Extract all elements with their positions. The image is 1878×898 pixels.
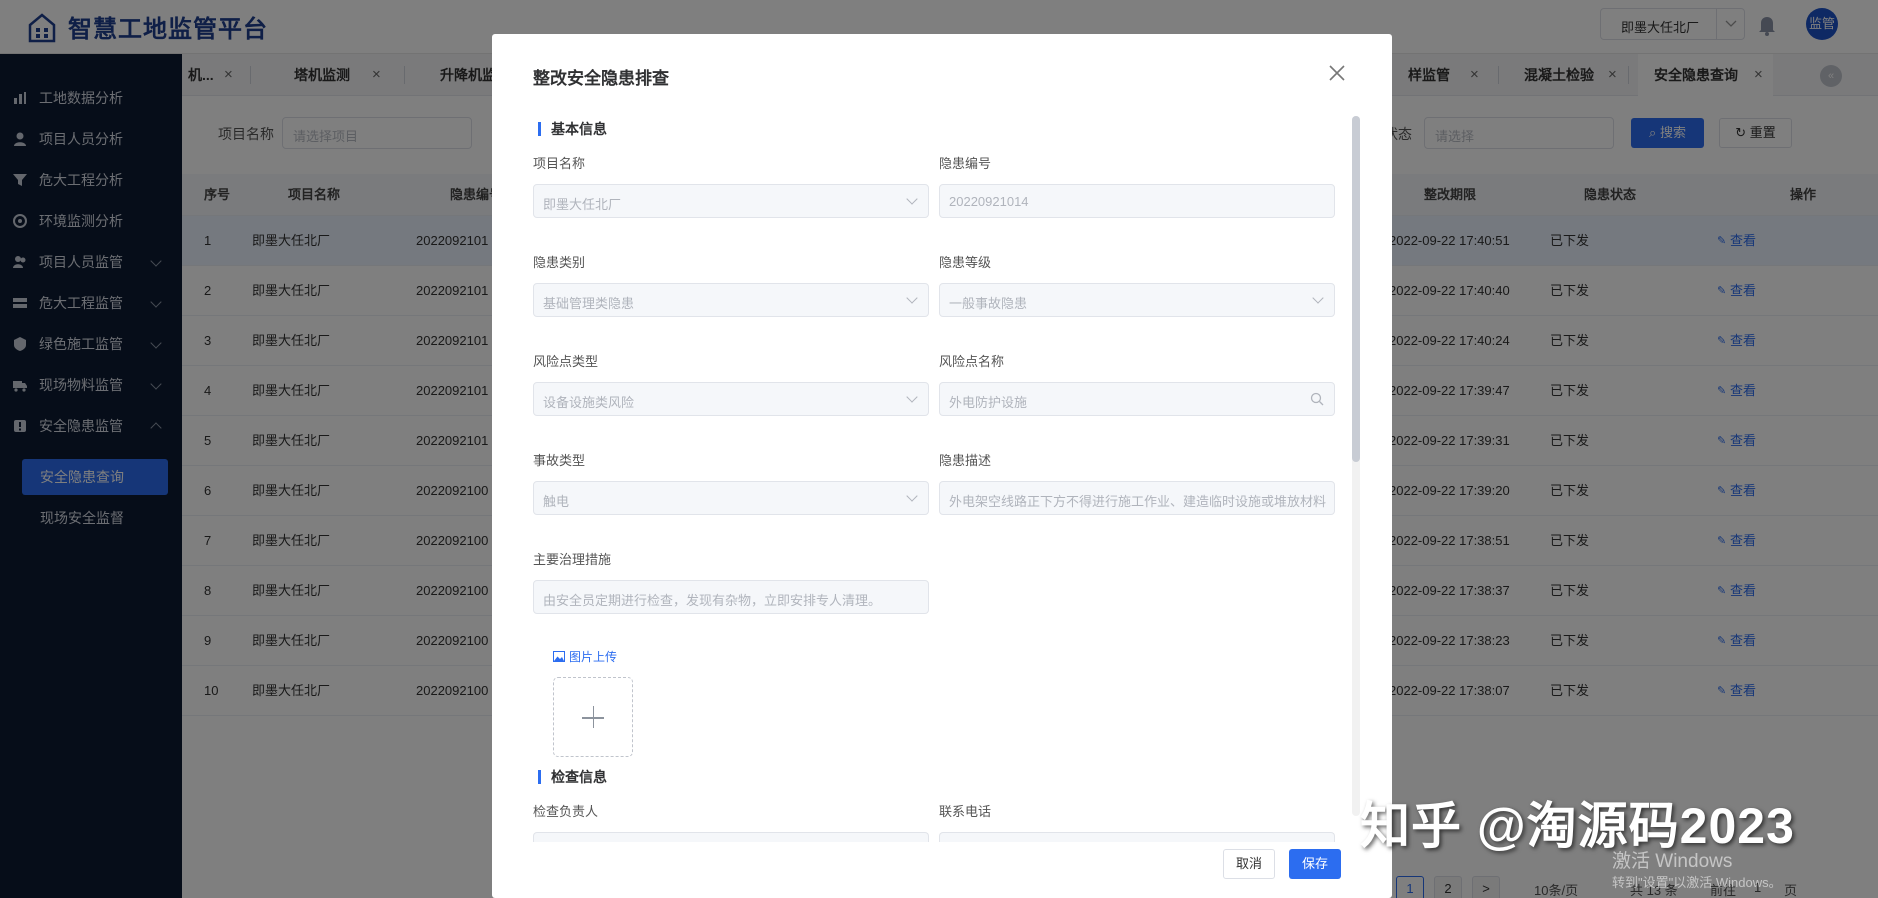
label-hazard-category: 隐患类别 — [533, 255, 586, 270]
upload-label-text: 图片上传 — [569, 650, 618, 664]
risk-type-select[interactable]: 设备设施类风险 — [533, 382, 929, 416]
accident-type-value: 触电 — [543, 494, 570, 509]
cancel-button[interactable]: 取消 — [1223, 849, 1275, 879]
search-icon[interactable] — [1310, 392, 1324, 406]
measures-input[interactable]: 由安全员定期进行检查，发现有杂物，立即安排专人清理。 — [533, 580, 929, 614]
label-hazard-level: 隐患等级 — [939, 255, 992, 270]
label-risk-type: 风险点类型 — [533, 354, 599, 369]
hazard-code-value: 20220921014 — [949, 194, 1029, 209]
dialog-title: 整改安全隐患排查 — [533, 69, 669, 88]
label-inspector: 检查负责人 — [533, 804, 599, 819]
chevron-down-icon — [906, 391, 918, 403]
dialog-scrollbar[interactable] — [1352, 116, 1360, 816]
chevron-down-icon — [906, 490, 918, 502]
image-upload-box[interactable] — [553, 677, 633, 757]
hazard-level-select[interactable]: 一般事故隐患 — [939, 283, 1335, 317]
hazard-category-value: 基础管理类隐患 — [543, 296, 635, 311]
section-check-title: 检查信息 — [538, 770, 607, 784]
label-accident-type: 事故类型 — [533, 453, 586, 468]
label-phone: 联系电话 — [939, 804, 992, 819]
dialog-scrollbar-thumb[interactable] — [1352, 116, 1360, 462]
hazard-code-input[interactable]: 20220921014 — [939, 184, 1335, 218]
plus-icon-vertical — [592, 706, 594, 728]
project-name-value: 即墨大任北厂 — [543, 197, 622, 212]
phone-input[interactable] — [939, 832, 1335, 842]
rectify-dialog: 整改安全隐患排查 基本信息 项目名称 即墨大任北厂 隐患编号 202209210… — [492, 34, 1392, 898]
chevron-down-icon — [1312, 292, 1324, 304]
label-hazard-desc: 隐患描述 — [939, 453, 992, 468]
hazard-desc-value: 外电架空线路正下方不得进行施工作业、建造临时设施或堆放材料 — [949, 494, 1327, 509]
label-risk-name: 风险点名称 — [939, 354, 1005, 369]
section-basic-title: 基本信息 — [538, 122, 607, 136]
label-project-name: 项目名称 — [533, 156, 586, 171]
risk-name-value: 外电防护设施 — [949, 395, 1028, 410]
project-name-select[interactable]: 即墨大任北厂 — [533, 184, 929, 218]
label-hazard-code: 隐患编号 — [939, 156, 992, 171]
hazard-level-value: 一般事故隐患 — [949, 296, 1028, 311]
risk-type-value: 设备设施类风险 — [543, 395, 635, 410]
chevron-down-icon — [906, 292, 918, 304]
inspector-input[interactable] — [533, 832, 929, 842]
image-icon — [553, 651, 565, 662]
windows-activation-hint: 转到"设置"以激活 Windows。 — [1612, 875, 1782, 890]
upload-label: 图片上传 — [553, 648, 617, 665]
measures-value: 由安全员定期进行检查，发现有杂物，立即安排专人清理。 — [543, 593, 882, 608]
close-icon[interactable] — [1328, 64, 1346, 82]
hazard-desc-input[interactable]: 外电架空线路正下方不得进行施工作业、建造临时设施或堆放材料 — [939, 481, 1335, 515]
label-measures: 主要治理措施 — [533, 552, 612, 567]
windows-activation-watermark: 激活 Windows — [1612, 851, 1733, 872]
risk-name-input[interactable]: 外电防护设施 — [939, 382, 1335, 416]
chevron-down-icon — [906, 193, 918, 205]
save-button[interactable]: 保存 — [1289, 849, 1341, 879]
accident-type-select[interactable]: 触电 — [533, 481, 929, 515]
hazard-category-select[interactable]: 基础管理类隐患 — [533, 283, 929, 317]
